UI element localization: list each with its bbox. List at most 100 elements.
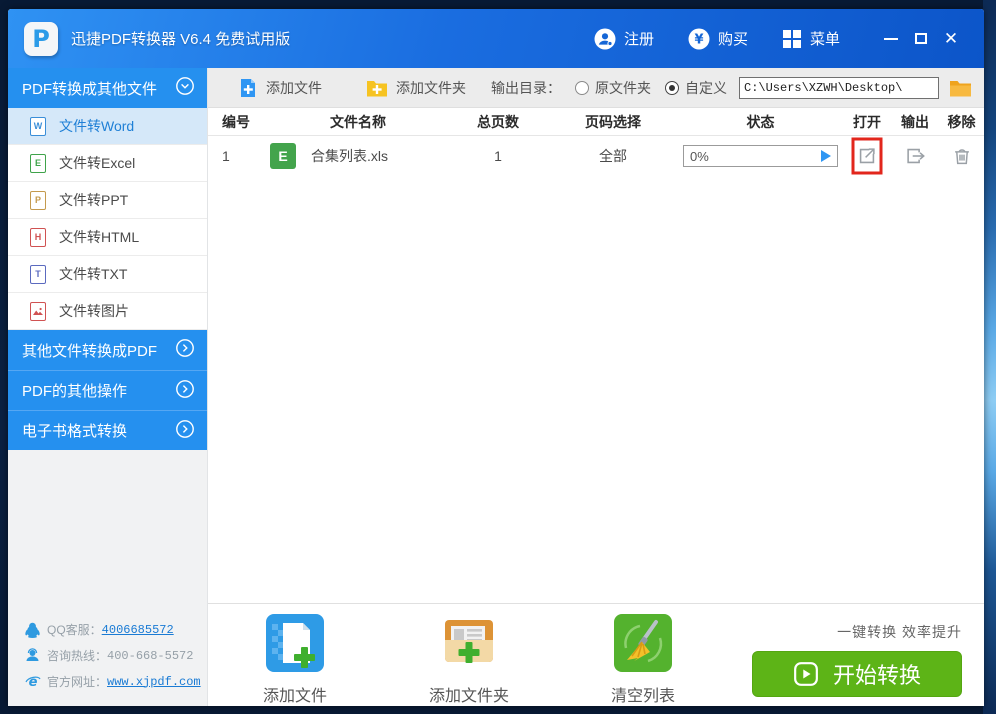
menu-button[interactable]: 菜单	[782, 28, 840, 49]
group-label: 其他文件转换成PDF	[22, 340, 175, 361]
item-label: 文件转HTML	[59, 227, 139, 247]
toolbar: 添加文件 添加文件夹 输出目录： 原文件夹 自定义	[208, 68, 984, 108]
qq-service-row: QQ客服： 4006685572	[24, 621, 207, 638]
slogan-text: 一键转换 效率提升	[837, 622, 962, 642]
main-area: 添加文件 添加文件夹 输出目录： 原文件夹 自定义	[208, 68, 984, 706]
start-label: 开始转换	[833, 658, 921, 690]
desktop-wallpaper-strip	[983, 0, 996, 714]
play-icon	[793, 661, 819, 687]
radio-custom-folder[interactable]: 自定义	[665, 78, 727, 98]
user-register-icon	[594, 28, 616, 50]
titlebar: P 迅捷PDF转换器 V6.4 免费试用版 注册 ¥ 购买 菜单	[8, 9, 984, 68]
group-label: PDF的其他操作	[22, 380, 175, 401]
radio-custom-label: 自定义	[685, 78, 727, 98]
svg-text:¥: ¥	[694, 32, 703, 47]
sidebar-filler	[8, 450, 207, 612]
footer-clear-list-button[interactable]: 清空列表	[556, 614, 730, 706]
clear-list-broom-icon	[614, 614, 672, 677]
add-folder-button[interactable]: 添加文件夹	[366, 78, 466, 98]
contact-panel: QQ客服： 4006685572 咨询热线： 400-668-5572 e 官方…	[8, 612, 207, 706]
output-path-input[interactable]	[739, 77, 939, 99]
minimize-button[interactable]	[876, 24, 906, 54]
word-file-icon: W	[30, 117, 46, 136]
add-file-icon	[238, 78, 258, 98]
maximize-button[interactable]	[906, 24, 936, 54]
folder-icon	[949, 79, 972, 97]
chevron-right-circle-icon	[175, 419, 195, 443]
output-dir-label: 输出目录：	[491, 78, 561, 98]
table-header: 编号 文件名称 总页数 页码选择 状态 打开 输出 移除	[208, 108, 984, 136]
add-file-button[interactable]: 添加文件	[238, 78, 322, 98]
sidebar: PDF转换成其他文件 W 文件转Word E 文件转Excel P 文件转PPT	[8, 68, 208, 706]
sidebar-item-pdf-to-word[interactable]: W 文件转Word	[8, 108, 207, 145]
add-folder-icon	[366, 79, 388, 97]
sidebar-item-pdf-to-ppt[interactable]: P 文件转PPT	[8, 182, 207, 219]
sidebar-item-pdf-to-txt[interactable]: T 文件转TXT	[8, 256, 207, 293]
footer-add-folder-button[interactable]: 添加文件夹	[382, 614, 556, 706]
header-output: 输出	[891, 112, 939, 132]
file-name: 合集列表.xls	[311, 146, 388, 166]
sidebar-item-pdf-to-html[interactable]: H 文件转HTML	[8, 219, 207, 256]
item-label: 文件转Excel	[59, 153, 135, 173]
item-label: 文件转图片	[59, 301, 129, 321]
page-range[interactable]: 全部	[548, 146, 678, 166]
chevron-right-circle-icon	[175, 338, 195, 362]
website-row: e 官方网址： www.xjpdf.com	[24, 673, 207, 690]
radio-original-folder[interactable]: 原文件夹	[575, 78, 651, 98]
start-convert-button[interactable]: 开始转换	[752, 651, 962, 697]
browse-folder-button[interactable]	[949, 79, 972, 97]
website-link[interactable]: www.xjpdf.com	[107, 675, 201, 689]
open-file-icon[interactable]	[856, 145, 878, 167]
group-label: 电子书格式转换	[22, 420, 175, 441]
sidebar-group-pdf-other-ops[interactable]: PDF的其他操作	[8, 370, 207, 410]
image-file-icon	[30, 302, 46, 321]
app-window: P 迅捷PDF转换器 V6.4 免费试用版 注册 ¥ 购买 菜单	[8, 9, 984, 706]
sidebar-group-pdf-to-other[interactable]: PDF转换成其他文件	[8, 68, 207, 108]
website-label: 官方网址：	[47, 673, 107, 690]
add-file-label: 添加文件	[266, 78, 322, 98]
item-label: 文件转TXT	[59, 264, 127, 284]
qq-label: QQ客服：	[47, 621, 102, 638]
footer-add-file-button[interactable]: 添加文件	[208, 614, 382, 706]
output-file-icon[interactable]	[904, 145, 926, 167]
sidebar-item-pdf-to-image[interactable]: 文件转图片	[8, 293, 207, 330]
item-label: 文件转PPT	[59, 190, 128, 210]
play-arrow-icon[interactable]	[821, 150, 831, 162]
hotline-row: 咨询热线： 400-668-5572	[24, 647, 207, 664]
progress-bar: 0%	[683, 145, 838, 167]
chevron-down-circle-icon	[175, 76, 195, 100]
header-status: 状态	[678, 112, 843, 132]
txt-file-icon: T	[30, 265, 46, 284]
maximize-icon	[915, 33, 927, 44]
minimize-icon	[884, 38, 898, 40]
footer-add-file-label: 添加文件	[263, 682, 327, 706]
app-logo-icon: P	[24, 22, 58, 56]
close-icon: ✕	[944, 30, 958, 47]
radio-checked-icon	[665, 81, 679, 95]
window-title: 迅捷PDF转换器 V6.4 免费试用版	[71, 28, 290, 49]
close-button[interactable]: ✕	[936, 24, 966, 54]
table-row[interactable]: 1 E 合集列表.xls 1 全部 0%	[208, 136, 984, 176]
browser-e-icon: e	[24, 674, 41, 689]
sidebar-item-pdf-to-excel[interactable]: E 文件转Excel	[8, 145, 207, 182]
qq-number-link[interactable]: 4006685572	[102, 623, 174, 637]
register-button[interactable]: 注册	[594, 28, 654, 50]
progress-percent: 0%	[690, 149, 709, 164]
qq-penguin-icon	[24, 622, 41, 638]
add-file-big-icon	[266, 614, 324, 677]
item-label: 文件转Word	[59, 116, 134, 136]
buy-label: 购买	[718, 28, 748, 49]
footer-add-folder-label: 添加文件夹	[429, 682, 509, 706]
buy-button[interactable]: ¥ 购买	[688, 28, 748, 50]
html-file-icon: H	[30, 228, 46, 247]
add-folder-label: 添加文件夹	[396, 78, 466, 98]
sidebar-group-ebook-convert[interactable]: 电子书格式转换	[8, 410, 207, 450]
yen-buy-icon: ¥	[688, 28, 710, 50]
sidebar-group-other-to-pdf[interactable]: 其他文件转换成PDF	[8, 330, 207, 370]
excel-type-badge: E	[270, 143, 296, 169]
header-pages: 总页数	[448, 112, 548, 132]
delete-trash-icon[interactable]	[951, 145, 973, 167]
register-label: 注册	[624, 28, 654, 49]
ppt-file-icon: P	[30, 191, 46, 210]
radio-unchecked-icon	[575, 81, 589, 95]
